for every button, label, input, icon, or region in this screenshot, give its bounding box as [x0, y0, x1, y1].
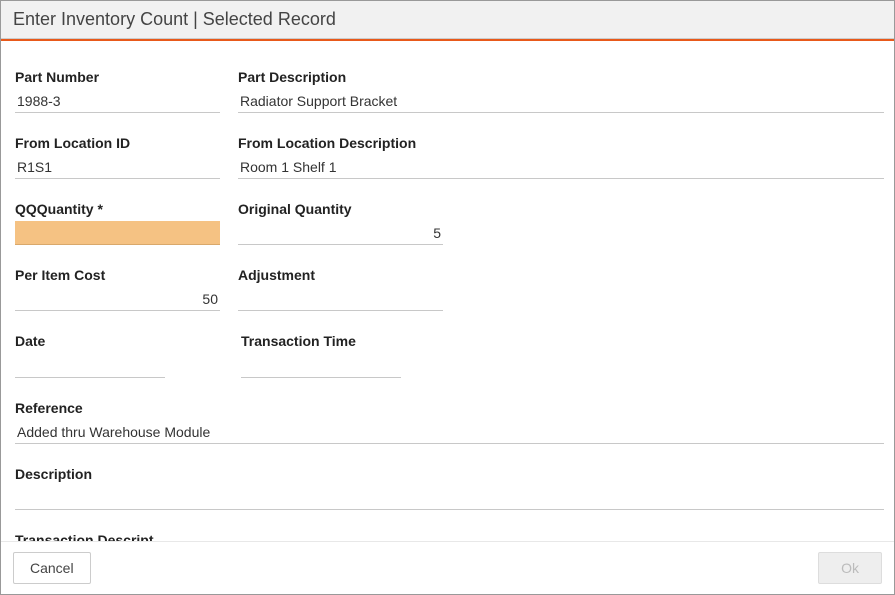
field-transaction-description: Transaction Descript — [15, 532, 884, 541]
input-adjustment[interactable] — [238, 287, 443, 311]
input-part-description[interactable] — [238, 89, 884, 113]
field-transaction-time: Transaction Time — [241, 333, 401, 378]
field-description: Description — [15, 466, 884, 510]
cancel-button[interactable]: Cancel — [13, 552, 91, 584]
field-date: Date — [15, 333, 165, 378]
input-per-item-cost[interactable] — [15, 287, 220, 311]
input-from-location-id[interactable] — [15, 155, 220, 179]
content-area: Part Number Part Description From Locati… — [1, 41, 894, 541]
input-from-location-description[interactable] — [238, 155, 884, 179]
input-transaction-time[interactable] — [241, 353, 426, 377]
input-qq-quantity[interactable] — [15, 221, 220, 245]
dialog-window: Enter Inventory Count | Selected Record … — [0, 0, 895, 595]
input-part-number[interactable] — [15, 89, 220, 113]
label-transaction-description: Transaction Descript — [15, 532, 884, 541]
field-adjustment: Adjustment — [238, 267, 443, 311]
label-original-quantity: Original Quantity — [238, 201, 443, 217]
label-part-description: Part Description — [238, 69, 884, 85]
field-from-location-id: From Location ID — [15, 135, 220, 179]
field-original-quantity: Original Quantity — [238, 201, 443, 245]
field-from-location-description: From Location Description — [238, 135, 884, 179]
label-description: Description — [15, 466, 884, 482]
label-qq-quantity: QQQuantity * — [15, 201, 220, 217]
field-reference: Reference — [15, 400, 884, 444]
label-from-location-id: From Location ID — [15, 135, 220, 151]
input-reference[interactable] — [15, 420, 884, 444]
dialog-footer: Cancel Ok — [1, 541, 894, 594]
input-date[interactable] — [15, 353, 200, 377]
label-reference: Reference — [15, 400, 884, 416]
form-scroll[interactable]: Part Number Part Description From Locati… — [1, 41, 894, 541]
label-adjustment: Adjustment — [238, 267, 443, 283]
field-part-description: Part Description — [238, 69, 884, 113]
field-per-item-cost: Per Item Cost — [15, 267, 220, 311]
field-qq-quantity: QQQuantity * — [15, 201, 220, 245]
ok-button[interactable]: Ok — [818, 552, 882, 584]
label-from-location-description: From Location Description — [238, 135, 884, 151]
label-date: Date — [15, 333, 165, 349]
dialog-title: Enter Inventory Count | Selected Record — [1, 1, 894, 39]
field-part-number: Part Number — [15, 69, 220, 113]
label-per-item-cost: Per Item Cost — [15, 267, 220, 283]
label-transaction-time: Transaction Time — [241, 333, 401, 349]
label-part-number: Part Number — [15, 69, 220, 85]
input-description[interactable] — [15, 486, 884, 510]
input-original-quantity[interactable] — [238, 221, 443, 245]
